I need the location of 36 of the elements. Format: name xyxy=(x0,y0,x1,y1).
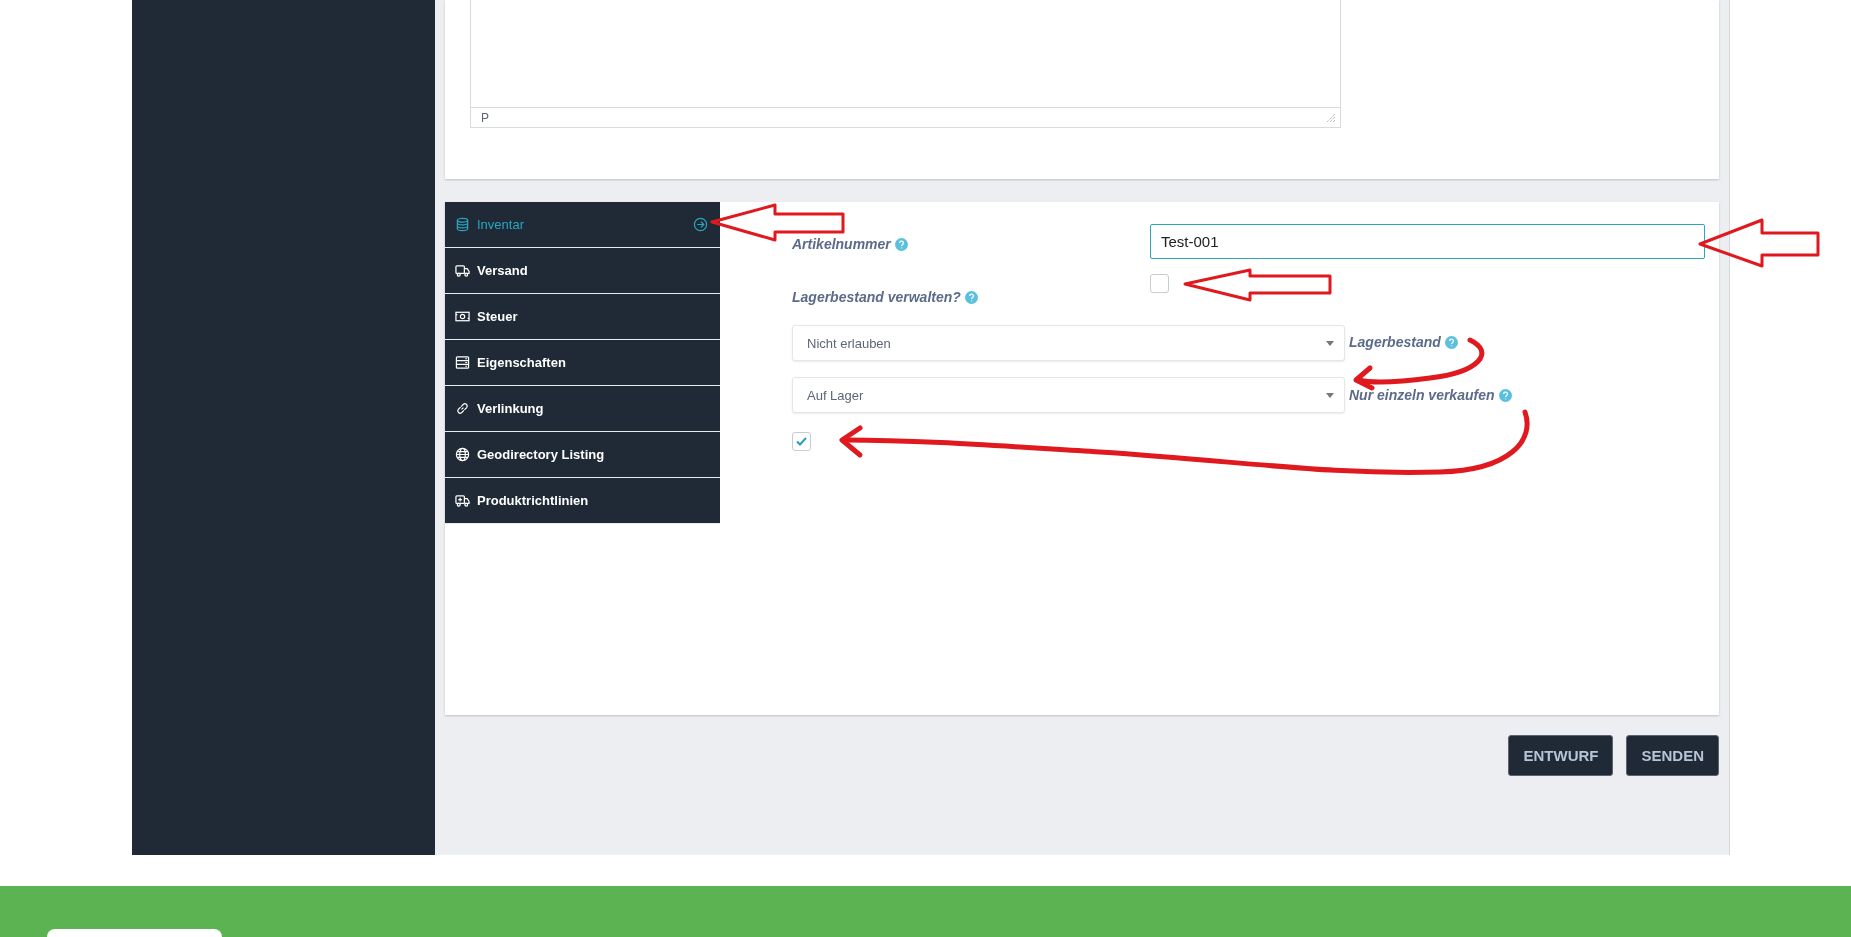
tab[interactable]: Versand xyxy=(445,248,720,294)
truck-icon xyxy=(455,493,470,508)
tab[interactable]: Inventar xyxy=(445,202,720,248)
arrow-circle-icon xyxy=(693,217,708,232)
tab[interactable]: Geodirectory Listing xyxy=(445,432,720,478)
field-label: Artikelnummer xyxy=(792,236,891,252)
text-editor[interactable]: P xyxy=(470,0,1341,128)
banknote-icon xyxy=(455,309,470,324)
action-button[interactable]: ENTWURF xyxy=(1508,735,1614,776)
element-path[interactable]: P xyxy=(481,110,489,125)
help-icon[interactable] xyxy=(1444,335,1458,349)
tab[interactable]: Produktrichtlinien xyxy=(445,478,720,524)
checkbox[interactable] xyxy=(1150,274,1169,293)
globe-icon xyxy=(455,447,470,462)
checkbox[interactable] xyxy=(792,432,811,451)
help-icon[interactable] xyxy=(894,237,908,251)
link-icon xyxy=(455,401,470,416)
caret-icon xyxy=(1326,340,1334,346)
tab[interactable]: Verlinkung xyxy=(445,386,720,432)
resize-handle-icon[interactable] xyxy=(1326,112,1336,123)
list-icon xyxy=(455,355,470,370)
tab[interactable]: Steuer xyxy=(445,294,720,340)
field-label: Lagerbestand xyxy=(1349,334,1441,350)
truck-icon xyxy=(455,263,470,278)
help-icon[interactable] xyxy=(1498,388,1512,402)
select-dropdown[interactable]: Auf Lager xyxy=(792,377,1345,413)
action-button[interactable]: SENDEN xyxy=(1626,735,1719,776)
database-icon xyxy=(455,217,470,232)
tab[interactable]: Eigenschaften xyxy=(445,340,720,386)
field-label: Nur einzeln verkaufen xyxy=(1349,387,1495,403)
caret-icon xyxy=(1326,392,1334,398)
sku-input[interactable]: Test-001 xyxy=(1150,224,1705,259)
select-dropdown[interactable]: Nicht erlauben xyxy=(792,325,1345,361)
field-label: Lagerbestand verwalten? xyxy=(792,289,961,305)
help-icon[interactable] xyxy=(964,290,978,304)
checkmark-icon xyxy=(795,435,808,448)
